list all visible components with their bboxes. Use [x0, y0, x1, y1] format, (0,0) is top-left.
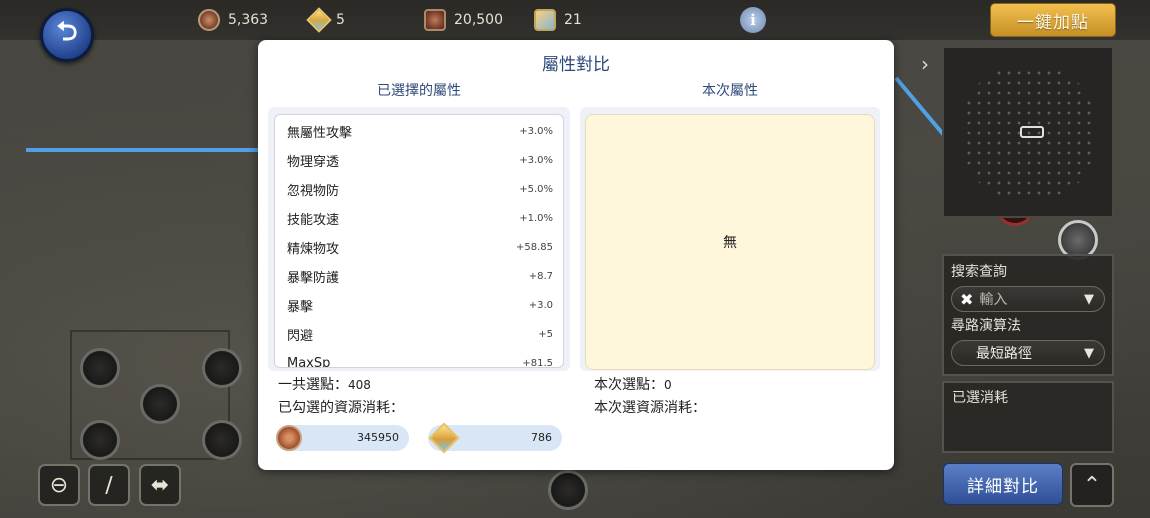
attribute-name: 物理穿透	[287, 155, 340, 170]
medal-icon	[198, 9, 220, 31]
chevron-right-icon[interactable]: ›	[921, 52, 929, 76]
path-icon[interactable]: ⬌	[139, 464, 181, 506]
dialog-title: 屬性對比	[542, 55, 610, 75]
selected-cost-label: 已選消耗	[952, 390, 1008, 406]
resource-value: 20,500	[454, 12, 503, 28]
attribute-name: 忽視物防	[287, 184, 340, 199]
current-attributes-header: 本次屬性	[702, 83, 758, 99]
skill-node[interactable]	[80, 348, 120, 388]
route-algorithm-label: 尋路演算法	[951, 318, 1021, 334]
locked-crystal-icon	[534, 9, 556, 31]
attribute-name: 技能攻速	[287, 213, 340, 228]
resource-value: 21	[564, 12, 582, 28]
attribute-name: 閃避	[287, 329, 314, 344]
attribute-name: 精煉物攻	[287, 242, 340, 257]
current-points-label: 本次選點：	[594, 377, 664, 393]
current-attributes-frame: 無	[580, 107, 880, 371]
search-input[interactable]: ✖ 輸入 ▼	[951, 286, 1105, 312]
crystal-icon	[306, 7, 332, 33]
clear-icon[interactable]: ✖	[960, 290, 973, 309]
resource-medal: 5,363	[198, 8, 268, 32]
attribute-value: +5.0%	[519, 184, 553, 195]
attribute-value: +5	[538, 329, 553, 340]
selected-attributes-header: 已選擇的屬性	[377, 83, 461, 99]
zoom-out-icon[interactable]: ⊖	[38, 464, 80, 506]
list-item: 閃避 +5	[287, 320, 553, 349]
attribute-value: +8.7	[528, 271, 553, 282]
attribute-value: +3.0%	[519, 126, 553, 137]
search-placeholder: 輸入	[979, 292, 1008, 308]
info-icon[interactable]: i	[740, 7, 766, 33]
medal-icon	[274, 421, 304, 455]
back-arrow-icon: ⮌	[56, 17, 78, 47]
total-points-label: 一共選點：	[278, 377, 348, 393]
total-points-value: 408	[348, 378, 371, 392]
selected-cost-panel: 已選消耗	[942, 381, 1114, 453]
empty-text: 無	[723, 235, 737, 251]
crystal-cost-bar: 786	[428, 422, 562, 454]
back-button[interactable]: ⮌	[40, 8, 94, 62]
resource-value: 5	[336, 12, 345, 28]
chevron-up-icon[interactable]: ⌃	[1070, 463, 1114, 507]
dropdown-arrow-icon[interactable]: ▼	[1084, 346, 1094, 361]
attribute-name: MaxSp	[287, 356, 331, 368]
attribute-value: +3.0	[528, 300, 553, 311]
locked-medal-icon	[424, 9, 446, 31]
search-panel: 搜索查詢 ✖ 輸入 ▼ 尋路演算法 最短路徑 ▼	[942, 254, 1114, 376]
attribute-value: +1.0%	[519, 213, 553, 224]
resource-crystal: 5	[306, 7, 345, 33]
edit-icon[interactable]: ∕	[88, 464, 130, 506]
attribute-value: +3.0%	[519, 155, 553, 166]
list-item: 無屬性攻擊 +3.0%	[287, 117, 553, 146]
current-attributes-panel: 無	[585, 114, 875, 370]
dropdown-arrow-icon[interactable]: ▼	[1084, 292, 1094, 307]
crystal-cost-value: 786	[531, 431, 552, 444]
one-click-add-button[interactable]: 一鍵加點	[990, 3, 1116, 37]
medal-cost-value: 345950	[357, 431, 399, 444]
list-item: 技能攻速 +1.0%	[287, 204, 553, 233]
skill-node[interactable]	[202, 348, 242, 388]
current-points: 本次選點：0	[594, 374, 672, 394]
list-item: 暴擊防護 +8.7	[287, 262, 553, 291]
list-item: 精煉物攻 +58.85	[287, 233, 553, 262]
list-item: 物理穿透 +3.0%	[287, 146, 553, 175]
checked-cost-label: 已勾選的資源消耗：	[278, 400, 404, 416]
minimap[interactable]	[942, 46, 1114, 218]
route-algorithm-value: 最短路徑	[976, 346, 1032, 362]
attribute-value: +81.5	[522, 358, 553, 368]
list-item: 暴擊 +3.0	[287, 291, 553, 320]
connector-line	[26, 148, 258, 152]
current-cost-label: 本次選資源消耗：	[594, 400, 706, 416]
resource-locked-crystal: 21	[534, 8, 582, 32]
attribute-value: +58.85	[515, 242, 553, 253]
route-algorithm-select[interactable]: 最短路徑 ▼	[951, 340, 1105, 366]
skill-node[interactable]	[140, 384, 180, 424]
minimap-viewport	[1020, 126, 1044, 138]
total-points: 一共選點：408	[278, 374, 371, 394]
skill-node[interactable]	[202, 420, 242, 460]
selected-attributes-frame: 無屬性攻擊 +3.0% 物理穿透 +3.0% 忽視物防 +5.0% 技能攻速 +1.0%…	[268, 107, 570, 371]
medal-cost-bar: 345950	[276, 425, 409, 451]
current-points-value: 0	[664, 378, 672, 392]
resource-value: 5,363	[228, 12, 269, 28]
list-item: MaxSp +81.5	[287, 349, 553, 368]
attribute-name: 無屬性攻擊	[287, 126, 353, 141]
resource-locked-medal: 20,500	[424, 8, 503, 32]
list-item: 忽視物防 +5.0%	[287, 175, 553, 204]
skill-node[interactable]	[548, 470, 588, 510]
attribute-name: 暴擊	[287, 300, 314, 315]
attribute-compare-dialog: 屬性對比 已選擇的屬性 本次屬性 無屬性攻擊 +3.0% 物理穿透 +3.0% 忽視…	[258, 40, 894, 470]
crystal-icon	[428, 422, 460, 454]
search-label: 搜索查詢	[951, 264, 1007, 280]
skill-node[interactable]	[80, 420, 120, 460]
selected-attributes-list[interactable]: 無屬性攻擊 +3.0% 物理穿透 +3.0% 忽視物防 +5.0% 技能攻速 +1.0%…	[274, 114, 564, 368]
detail-compare-button[interactable]: 詳細對比	[943, 463, 1063, 505]
attribute-name: 暴擊防護	[287, 271, 340, 286]
